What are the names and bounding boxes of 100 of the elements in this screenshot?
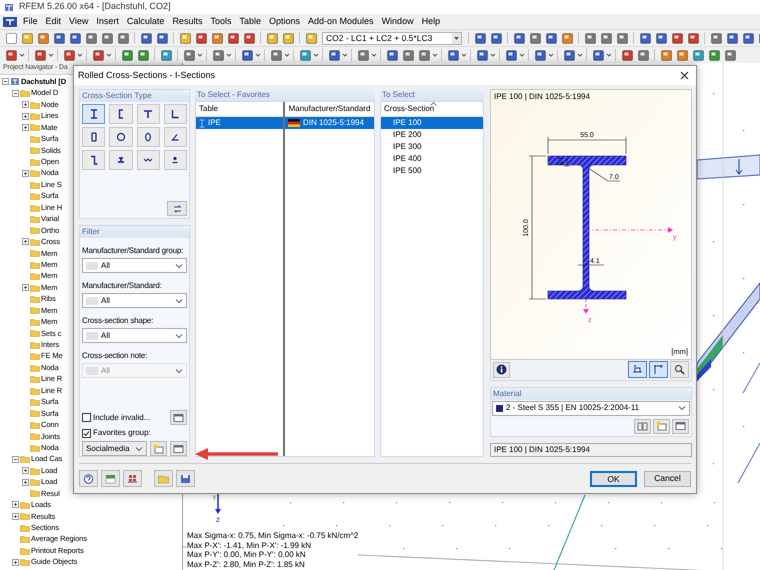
section-type-button[interactable]	[164, 127, 187, 147]
tool-icon[interactable]	[20, 32, 34, 44]
checkbox[interactable]	[82, 413, 91, 422]
list-item[interactable]: IPE 100	[381, 117, 483, 129]
tree-toggle[interactable]	[22, 467, 29, 474]
tool-icon[interactable]	[116, 32, 130, 44]
menu-item[interactable]: Help	[418, 14, 444, 28]
section-type-button[interactable]	[164, 150, 187, 170]
tool-icon[interactable]	[620, 48, 634, 62]
tool-icon[interactable]	[120, 48, 134, 62]
list-item[interactable]: IPE 400	[381, 153, 483, 165]
library-button[interactable]	[634, 418, 651, 434]
section-type-button[interactable]	[109, 104, 132, 124]
dropdown[interactable]: 2 - Steel S 355 | EN 10025-2:2004-11	[492, 400, 690, 416]
tree-toggle[interactable]	[22, 238, 29, 246]
tool-icon[interactable]	[402, 48, 414, 62]
list-item[interactable]: IPE 200	[381, 129, 483, 141]
section-type-button[interactable]	[109, 150, 132, 170]
swap-button[interactable]	[167, 201, 187, 216]
tool-icon[interactable]	[304, 32, 318, 44]
tool-icon[interactable]	[100, 32, 114, 44]
menu-item[interactable]: Add-on Modules	[304, 14, 378, 28]
tool-icon[interactable]	[52, 32, 66, 44]
menu-item[interactable]: Tools	[206, 14, 236, 28]
tool-icon[interactable]	[446, 48, 460, 62]
tool-icon[interactable]	[34, 48, 46, 62]
tool-icon[interactable]	[504, 48, 518, 62]
tree-toggle[interactable]	[12, 456, 19, 463]
tool-icon[interactable]	[636, 48, 650, 62]
tool-icon[interactable]	[708, 48, 720, 62]
tool-icon[interactable]	[266, 32, 278, 44]
tool-icon[interactable]	[178, 32, 192, 44]
tool-icon[interactable]	[298, 48, 312, 62]
tool-icon[interactable]	[156, 32, 168, 44]
tool-icon[interactable]	[592, 48, 604, 62]
tool-icon[interactable]	[726, 32, 738, 44]
dropdown[interactable]: Socialmedia	[82, 441, 147, 456]
tool-icon[interactable]	[616, 32, 628, 44]
edit-button[interactable]	[672, 418, 689, 434]
tool-icon[interactable]	[418, 48, 430, 62]
tool-icon[interactable]	[544, 32, 558, 44]
tool-icon[interactable]	[270, 48, 282, 62]
checkbox[interactable]	[82, 428, 91, 438]
menu-item[interactable]: Calculate	[122, 14, 168, 28]
tool-icon[interactable]	[512, 32, 526, 44]
tool-icon[interactable]	[676, 48, 688, 62]
help-button[interactable]	[79, 470, 98, 487]
new-button[interactable]	[150, 441, 167, 456]
dropdown[interactable]: All	[82, 328, 187, 343]
tool-icon[interactable]	[562, 48, 576, 62]
list-item[interactable]: IPE 300	[381, 141, 483, 153]
tree-toggle[interactable]	[22, 124, 29, 131]
tree-toggle[interactable]	[22, 112, 29, 120]
view-option-button[interactable]	[649, 361, 668, 378]
tool-icon[interactable]	[36, 32, 50, 44]
tool-icon[interactable]	[686, 32, 700, 44]
tool-icon[interactable]	[136, 48, 150, 62]
tool-icon[interactable]	[182, 48, 196, 62]
tool-icon[interactable]	[4, 48, 18, 62]
tool-icon[interactable]	[160, 48, 172, 62]
tool-icon[interactable]	[742, 32, 754, 44]
tool-icon[interactable]	[654, 32, 668, 44]
tool-icon[interactable]	[140, 32, 152, 44]
tool-icon[interactable]	[710, 32, 722, 44]
edit-button[interactable]	[170, 410, 187, 425]
tool-icon[interactable]	[328, 48, 340, 62]
tool-icon[interactable]	[240, 48, 254, 62]
tool-icon[interactable]	[226, 32, 240, 44]
tool-icon[interactable]	[670, 32, 684, 44]
tool-icon[interactable]	[356, 48, 370, 62]
tool-icon[interactable]	[692, 48, 704, 62]
tree-toggle[interactable]	[2, 78, 9, 86]
section-type-button[interactable]	[136, 127, 160, 147]
menu-item[interactable]: Table	[235, 14, 265, 28]
tree-toggle[interactable]	[12, 558, 19, 566]
tool-icon[interactable]	[282, 32, 294, 44]
tool-icon[interactable]	[386, 48, 398, 62]
units-button[interactable]	[101, 470, 120, 487]
tool-icon[interactable]	[194, 32, 208, 44]
view-option-button[interactable]	[670, 361, 689, 378]
save-button[interactable]	[176, 470, 195, 487]
menu-item[interactable]: Window	[378, 14, 418, 28]
tree-toggle[interactable]	[12, 512, 19, 520]
app-menu-icon[interactable]	[3, 16, 17, 26]
tool-icon[interactable]	[210, 32, 224, 44]
dialog-button[interactable]: OK	[590, 470, 637, 486]
dropdown[interactable]: All	[82, 258, 187, 273]
tool-icon[interactable]	[92, 48, 104, 62]
new-button[interactable]	[653, 418, 670, 434]
tool-icon[interactable]	[476, 48, 488, 62]
menu-item[interactable]: View	[65, 14, 92, 28]
tool-icon[interactable]	[528, 32, 542, 44]
view-option-button[interactable]	[628, 361, 647, 378]
tool-icon[interactable]	[600, 32, 612, 44]
section-type-button[interactable]	[82, 150, 106, 170]
tool-icon[interactable]	[4, 32, 18, 44]
tool-icon[interactable]	[474, 32, 486, 44]
menu-item[interactable]: File	[19, 14, 42, 28]
tool-icon[interactable]	[638, 32, 652, 44]
tool-icon[interactable]	[242, 32, 256, 44]
